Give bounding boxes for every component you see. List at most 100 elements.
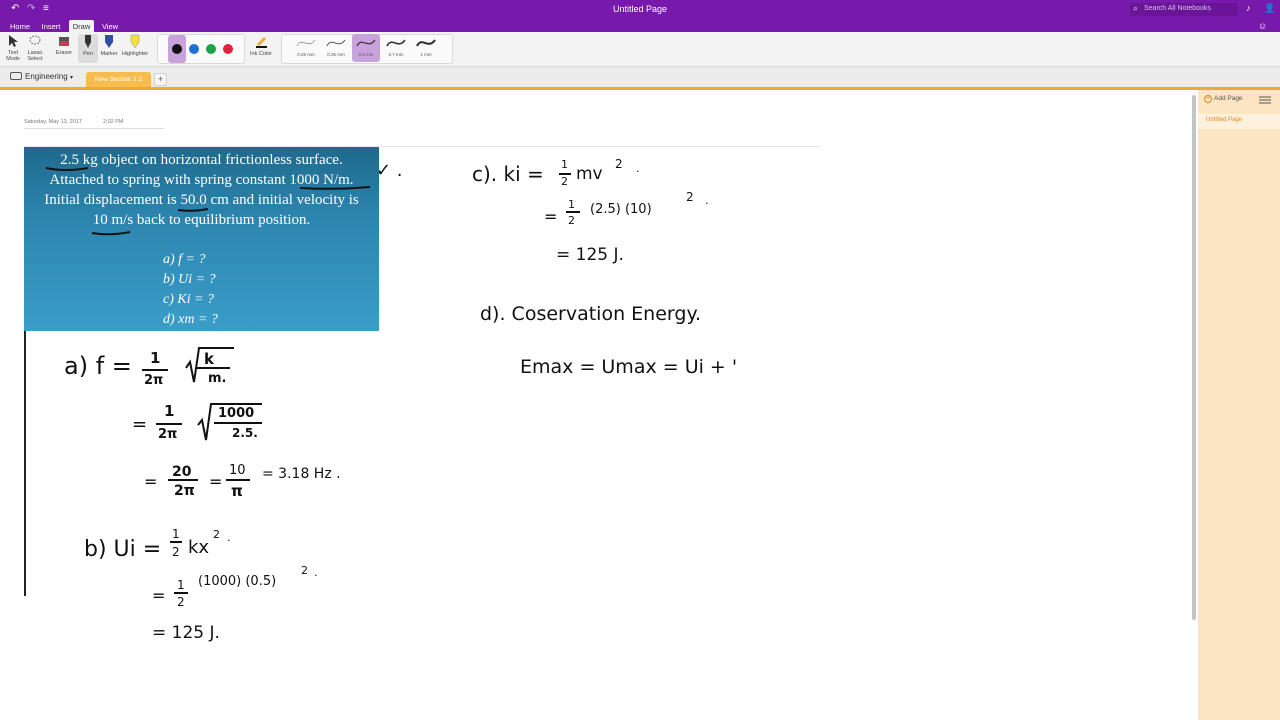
tab-home[interactable]: Home — [8, 20, 32, 32]
ink-b2-dot: . — [314, 566, 318, 579]
thickness-1[interactable]: 1 mm — [412, 34, 440, 62]
thickness-label: 0.25 mm — [297, 52, 315, 57]
ink-a3-f2-num: 10 — [229, 463, 246, 478]
ink-b-sup: 2 — [213, 528, 220, 541]
ink-c3: = 125 J. — [556, 245, 624, 265]
ink-c-frac-den: 2 — [561, 175, 568, 188]
pen-label: Pen — [83, 51, 93, 57]
color-swatch-blue[interactable] — [189, 44, 199, 54]
eraser-button[interactable]: Eraser — [53, 34, 75, 56]
ink-b-frac-den: 2 — [172, 545, 180, 559]
thickness-0-5[interactable]: 0.5 mm — [352, 34, 380, 62]
ink-b-dot: . — [227, 531, 231, 544]
pen-icon — [85, 35, 91, 48]
search-input[interactable]: ⌕ Search All Notebooks — [1130, 3, 1238, 16]
notebook-icon — [10, 72, 22, 80]
ink-underline — [91, 231, 131, 236]
ink-a3-eq: = — [144, 472, 158, 491]
pen-button[interactable]: Pen — [78, 34, 98, 63]
ink-color-button[interactable]: Ink Color — [248, 34, 274, 57]
chevron-down-icon: ▾ — [69, 75, 73, 81]
color-swatch-green[interactable] — [206, 44, 216, 54]
ink-a3-f1-den: 2π — [174, 483, 195, 499]
lasso-select-label: Lasso Select — [27, 50, 43, 62]
ink-a2-frac-num: 1 — [164, 402, 175, 420]
ink-d-heading: d). Coservation Energy. — [480, 303, 702, 325]
add-section-button[interactable]: + — [154, 73, 167, 86]
text-mode-button[interactable]: Text Mode — [4, 34, 22, 62]
thickness-label: 1 mm — [420, 52, 432, 57]
window-title: Untitled Page — [612, 4, 668, 14]
lasso-icon — [29, 35, 41, 45]
marker-label: Marker — [100, 51, 118, 57]
add-page-button[interactable]: + Add Page — [1204, 95, 1243, 103]
eraser-label: Eraser — [55, 50, 73, 56]
stroke-light-icon — [326, 39, 346, 47]
thickness-0-25[interactable]: 0.25 mm — [292, 34, 320, 62]
marker-button[interactable]: Marker — [99, 34, 119, 57]
ink-a-label: a) f = — [64, 352, 132, 380]
ink-c-dot: . — [636, 162, 640, 175]
color-swatch-red[interactable] — [223, 44, 233, 54]
ink-c-mv: mv — [576, 164, 603, 184]
notification-bell-icon[interactable]: ♪ — [1246, 3, 1251, 13]
notebook-name: Engineering — [25, 72, 68, 81]
highlighter-icon — [130, 34, 140, 49]
ink-c2-dot: . — [705, 194, 709, 207]
thickness-0-35[interactable]: 0.35 mm — [322, 34, 350, 62]
ink-a-sqrt-num: k — [204, 350, 214, 368]
ink-c-frac-num: 1 — [561, 158, 568, 171]
ink-c2-frac-num: 1 — [568, 198, 575, 211]
page-canvas[interactable]: Saturday, May 13, 2017 2:02 PM 2.5 kg ob… — [0, 90, 1190, 720]
ink-a-frac-num: 1 — [150, 349, 161, 367]
ink-underline — [177, 208, 209, 212]
ink-b2-rest: (1000) (0.5) — [198, 574, 277, 589]
ink-b3: = 125 J. — [152, 623, 220, 643]
ink-a2-sqrt-num: 1000 — [218, 406, 255, 421]
marker-icon — [105, 35, 113, 48]
ink-b2-eq: = — [152, 586, 166, 605]
eraser-icon — [59, 37, 69, 46]
lasso-select-button[interactable]: Lasso Select — [25, 34, 45, 62]
ink-c-sup: 2 — [615, 157, 623, 171]
cursor-icon — [9, 35, 18, 47]
feedback-smiley-icon[interactable]: ☺ — [1258, 21, 1267, 31]
page-list-item[interactable]: Untitled Page — [1198, 114, 1280, 129]
ink-a-sqrt-den: m. — [208, 371, 227, 386]
highlighter-button[interactable]: Highlighter — [120, 34, 150, 57]
draw-ribbon: Text Mode Lasso Select Eraser Pen Marker… — [0, 32, 1280, 67]
ink-checkmark: ✓ . — [376, 160, 403, 181]
vertical-scrollbar[interactable] — [1192, 95, 1196, 620]
sort-pages-icon[interactable] — [1258, 95, 1272, 105]
ink-b-frac-num: 1 — [172, 527, 180, 541]
ink-d-equation: Emax = Umax = Ui + ' — [520, 356, 738, 378]
section-tab[interactable]: New Section 1 2 — [86, 72, 151, 87]
text-mode-label: Text Mode — [6, 50, 20, 62]
thickness-label: 0.7 mm — [388, 52, 404, 57]
pages-panel: + Add Page Untitled Page — [1198, 90, 1280, 720]
ink-color-icon — [256, 37, 267, 48]
tab-draw[interactable]: Draw — [69, 20, 94, 32]
ink-c2-rest: (2.5) (10) — [590, 202, 652, 217]
stroke-thin-icon — [296, 39, 316, 47]
notebook-picker[interactable]: Engineering ▾ — [10, 72, 73, 81]
ink-c2-sup: 2 — [686, 190, 694, 204]
ink-a2-frac-den: 2π — [158, 427, 178, 442]
thickness-0-7[interactable]: 0.7 mm — [382, 34, 410, 62]
ink-b-label: b) Ui = — [84, 537, 162, 562]
color-swatch-black[interactable] — [172, 44, 182, 54]
thickness-label: 0.5 mm — [358, 52, 374, 57]
stroke-heavy-icon — [416, 39, 436, 47]
add-page-label: Add Page — [1214, 95, 1243, 102]
share-person-icon[interactable]: 👤 — [1264, 3, 1275, 14]
ink-a2-eq: = — [132, 414, 148, 435]
ink-c-label: c). ki = — [472, 162, 544, 186]
ink-a3-result: = 3.18 Hz . — [262, 466, 341, 482]
tab-insert[interactable]: Insert — [39, 20, 63, 32]
tab-view[interactable]: View — [99, 20, 121, 32]
highlighter-label: Highlighter — [121, 51, 149, 57]
ink-a3-f2-den: π — [231, 482, 243, 500]
stroke-medium-icon — [356, 39, 376, 47]
ink-c2-eq: = — [544, 207, 558, 226]
ink-a-frac-den: 2π — [144, 373, 164, 388]
